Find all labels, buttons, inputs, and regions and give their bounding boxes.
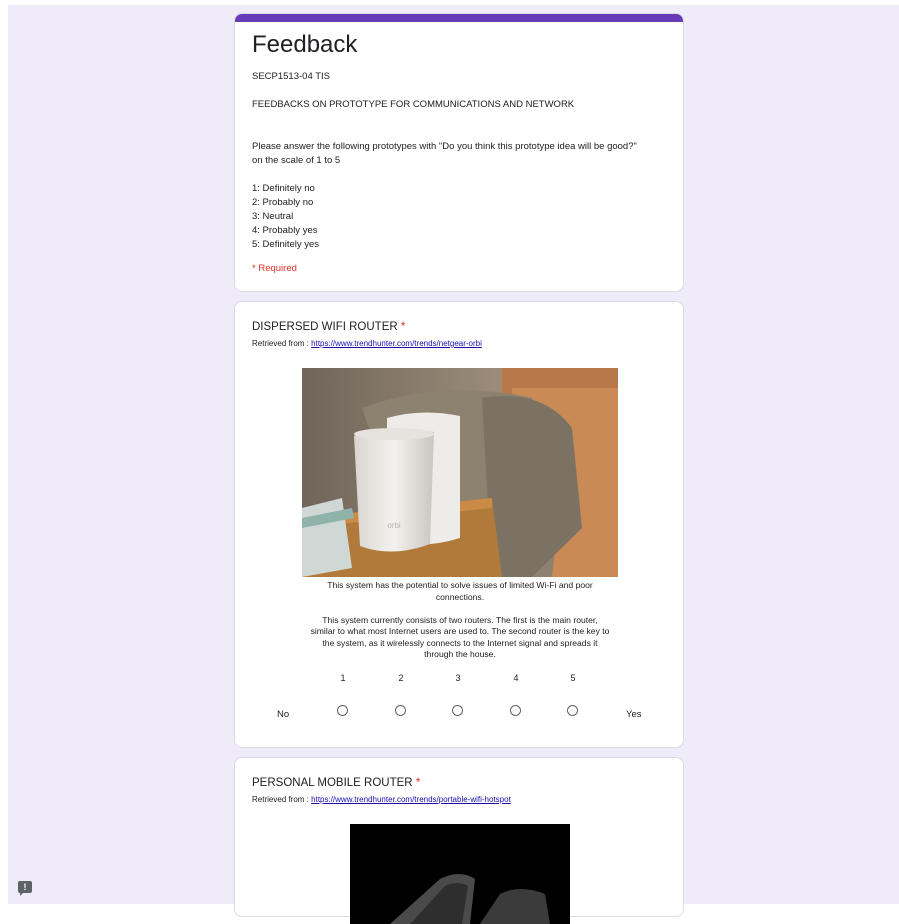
source-link[interactable]: https://www.trendhunter.com/trends/porta… (311, 795, 511, 804)
scale-number-2: 2 (398, 673, 404, 683)
radio-option-3[interactable] (452, 705, 463, 716)
question-card-dispersed-wifi-router: DISPERSED WIFI ROUTER * Retrieved from :… (234, 301, 684, 748)
description-line: similar to what most Internet users are … (310, 626, 610, 636)
radio-option-5[interactable] (567, 705, 578, 716)
required-note: * Required (252, 263, 297, 274)
description-line: connections. (435, 591, 485, 602)
scale-low-label: No (277, 709, 290, 720)
radio-option-1[interactable] (337, 705, 348, 716)
scale-legend-item: 5: Definitely yes (252, 239, 320, 250)
router-photo: orbi (302, 368, 618, 577)
form-instruction-line1: Please answer the following prototypes w… (252, 141, 637, 152)
scale-high-label: Yes (626, 709, 642, 720)
scale-legend-item: 4: Probably yes (252, 225, 318, 236)
report-feedback-icon[interactable]: ! (18, 881, 32, 896)
question-description: This system has the potential to solve i… (299, 580, 621, 661)
form-course-code: SECP1513-04 TIS (252, 71, 330, 82)
mobile-router-photo (350, 824, 570, 924)
question-card-personal-mobile-router: PERSONAL MOBILE ROUTER * Retrieved from … (234, 757, 684, 924)
report-feedback-glyph: ! (23, 882, 27, 892)
description-line: the system, as it wirelessly connects to… (322, 637, 598, 648)
scale-number-3: 3 (455, 673, 461, 683)
scale-legend-item: 3: Neutral (252, 211, 294, 222)
required-asterisk: * (400, 321, 406, 333)
retrieved-prefix: Retrieved from : (252, 339, 312, 348)
header-accent-bar (235, 14, 683, 22)
required-asterisk: * (415, 777, 421, 789)
description-line: through the house. (424, 649, 496, 659)
retrieved-from: Retrieved from : https://www.trendhunter… (252, 795, 511, 804)
retrieved-prefix: Retrieved from : (252, 795, 312, 804)
radio-option-2[interactable] (395, 705, 406, 716)
question-title: DISPERSED WIFI ROUTER * (252, 321, 405, 333)
retrieved-from: Retrieved from : https://www.trendhunter… (252, 339, 482, 348)
description-line: This system has the potential to solve i… (327, 580, 593, 590)
question-title-text: PERSONAL MOBILE ROUTER (252, 777, 413, 789)
form-title: Feedback (252, 31, 358, 58)
form-header-card: Feedback SECP1513-04 TIS FEEDBACKS ON PR… (234, 13, 684, 292)
router-brand-text: orbi (387, 521, 401, 530)
description-line: This system currently consists of two ro… (322, 614, 598, 625)
scale-number-4: 4 (513, 673, 519, 683)
form-subtitle: FEEDBACKS ON PROTOTYPE FOR COMMUNICATION… (252, 99, 575, 110)
scale-legend-item: 2: Probably no (252, 197, 314, 208)
source-link[interactable]: https://www.trendhunter.com/trends/netge… (311, 339, 482, 348)
radio-option-4[interactable] (510, 705, 521, 716)
form-instruction-line2: on the scale of 1 to 5 (252, 155, 341, 166)
scale-legend-item: 1: Definitely no (252, 183, 315, 194)
scale-number-1: 1 (340, 673, 346, 683)
question-title-text: DISPERSED WIFI ROUTER (252, 321, 398, 333)
question-title: PERSONAL MOBILE ROUTER * (252, 777, 420, 789)
scale-number-5: 5 (570, 673, 576, 683)
